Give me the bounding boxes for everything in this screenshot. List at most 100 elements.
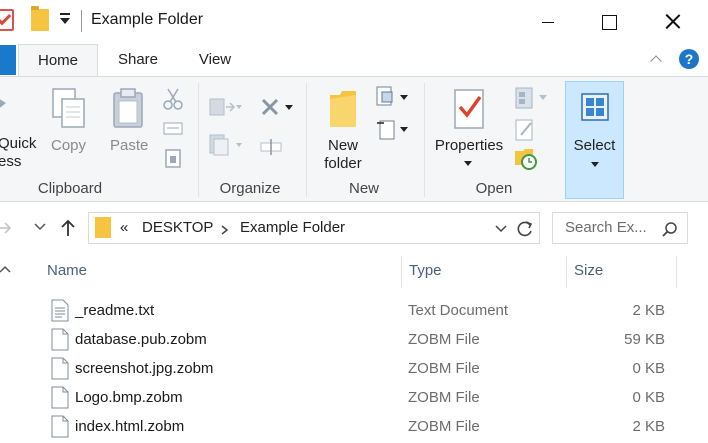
minimize-button[interactable] [524, 0, 570, 44]
file-icon [51, 415, 69, 438]
window-title: Example Folder [91, 11, 204, 28]
delete-icon[interactable] [259, 97, 295, 117]
pin-quick-access-label[interactable]: Quick [0, 135, 36, 153]
navigation-bar: « DESKTOP Example Folder Search Ex... [0, 202, 708, 252]
quick-access-dropdown-icon[interactable] [59, 13, 71, 25]
file-icon [51, 357, 69, 380]
file-name: database.pub.zobm [75, 331, 207, 348]
edit-icon[interactable] [513, 117, 537, 141]
copy-to-icon[interactable] [208, 133, 242, 157]
properties-check-icon[interactable] [0, 9, 14, 31]
search-box[interactable]: Search Ex... [552, 212, 688, 244]
breadcrumb-overflow[interactable]: « [120, 219, 128, 236]
folder-icon[interactable] [31, 6, 49, 31]
title-bar: Example Folder [0, 0, 708, 44]
new-folder-button[interactable]: New [318, 137, 368, 155]
file-name: _readme.txt [75, 302, 155, 319]
properties-icon[interactable] [450, 87, 488, 133]
ribbon-home: Quick ess Copy Paste Clipboard Organize … [0, 76, 708, 202]
cut-icon[interactable] [162, 87, 184, 111]
select-label: Select [573, 137, 616, 154]
collapse-ribbon-icon[interactable] [650, 54, 662, 66]
column-divider[interactable] [401, 256, 402, 288]
file-icon [51, 386, 69, 409]
file-size: 59 KB [624, 331, 665, 348]
tab-view[interactable]: View [180, 44, 250, 76]
new-group-label: New [348, 180, 379, 197]
nav-pane-collapse-icon[interactable] [0, 264, 12, 274]
select-dropdown-icon [591, 162, 599, 167]
file-name: index.html.zobm [75, 418, 185, 435]
title-separator [81, 10, 82, 32]
folder-icon [95, 217, 111, 238]
paste-shortcut-icon[interactable] [164, 147, 182, 169]
file-row[interactable]: screenshot.jpg.zobm ZOBM File 0 KB [0, 355, 708, 384]
tab-share[interactable]: Share [103, 44, 173, 76]
ribbon-separator [424, 83, 425, 197]
file-type: Text Document [408, 302, 509, 319]
ribbon-separator [198, 83, 199, 197]
file-row[interactable]: database.pub.zobm ZOBM File 59 KB [0, 326, 708, 355]
move-to-icon[interactable] [208, 97, 242, 117]
search-placeholder: Search Ex... [565, 219, 647, 236]
file-size: 2 KB [632, 302, 665, 319]
history-icon[interactable] [513, 147, 539, 171]
new-item-icon[interactable] [374, 85, 412, 109]
rename-icon[interactable] [259, 137, 285, 157]
close-button[interactable] [650, 0, 696, 44]
breadcrumb-example-folder[interactable]: Example Folder [240, 219, 345, 236]
column-divider[interactable] [566, 256, 567, 288]
address-dropdown-icon[interactable] [494, 224, 508, 234]
properties-button[interactable]: Properties [430, 137, 508, 155]
copy-button[interactable]: Copy [51, 137, 86, 155]
file-size: 0 KB [632, 389, 665, 406]
file-type: ZOBM File [408, 389, 480, 406]
file-type: ZOBM File [408, 331, 480, 348]
organize-group-label: Organize [219, 180, 281, 197]
column-divider[interactable] [676, 256, 677, 288]
tab-file[interactable] [0, 45, 16, 75]
paste-icon[interactable] [110, 87, 148, 133]
file-list: Name Type Size _readme.txt Text Document… [0, 252, 708, 443]
file-row[interactable]: index.html.zobm ZOBM File 2 KB [0, 413, 708, 442]
file-size: 2 KB [632, 418, 665, 435]
ribbon-tabs: Home Share View ? [0, 44, 708, 77]
column-header-name[interactable]: Name [47, 262, 87, 279]
tab-home[interactable]: Home [18, 44, 98, 77]
pin-quick-access-label-2[interactable]: ess [0, 153, 21, 171]
file-size: 0 KB [632, 360, 665, 377]
breadcrumb-desktop[interactable]: DESKTOP [142, 219, 213, 236]
file-type: ZOBM File [408, 360, 480, 377]
file-type: ZOBM File [408, 418, 480, 435]
refresh-icon[interactable] [515, 219, 535, 239]
clipboard-group-label: Clipboard [37, 180, 103, 197]
forward-arrow-icon[interactable] [0, 220, 16, 236]
pin-icon[interactable] [0, 89, 10, 119]
copy-icon[interactable] [50, 87, 88, 133]
copy-path-icon[interactable] [162, 121, 184, 137]
new-folder-button-2[interactable]: folder [318, 155, 368, 173]
open-group-label: Open [475, 180, 513, 197]
file-row[interactable]: Logo.bmp.zobm ZOBM File 0 KB [0, 384, 708, 413]
address-bar[interactable]: « DESKTOP Example Folder [88, 212, 540, 244]
file-row[interactable]: _readme.txt Text Document 2 KB [0, 297, 708, 326]
file-name: Logo.bmp.zobm [75, 389, 183, 406]
properties-dropdown-icon[interactable] [462, 159, 474, 167]
text-file-icon [51, 299, 69, 322]
easy-access-icon[interactable] [374, 117, 412, 141]
paste-button[interactable]: Paste [110, 137, 148, 155]
breadcrumb-chevron-icon[interactable] [220, 224, 230, 236]
select-button[interactable]: Select [565, 81, 624, 199]
file-icon [51, 328, 69, 351]
search-icon[interactable] [661, 221, 679, 239]
up-arrow-icon[interactable] [59, 218, 77, 238]
recent-locations-icon[interactable] [33, 222, 47, 232]
open-icon[interactable] [513, 85, 549, 111]
column-header-type[interactable]: Type [409, 262, 442, 279]
column-header-size[interactable]: Size [574, 262, 603, 279]
help-icon[interactable]: ? [679, 49, 699, 69]
file-name: screenshot.jpg.zobm [75, 360, 214, 377]
maximize-button[interactable] [585, 0, 631, 44]
ribbon-separator [306, 83, 307, 197]
new-folder-icon[interactable] [326, 89, 360, 131]
